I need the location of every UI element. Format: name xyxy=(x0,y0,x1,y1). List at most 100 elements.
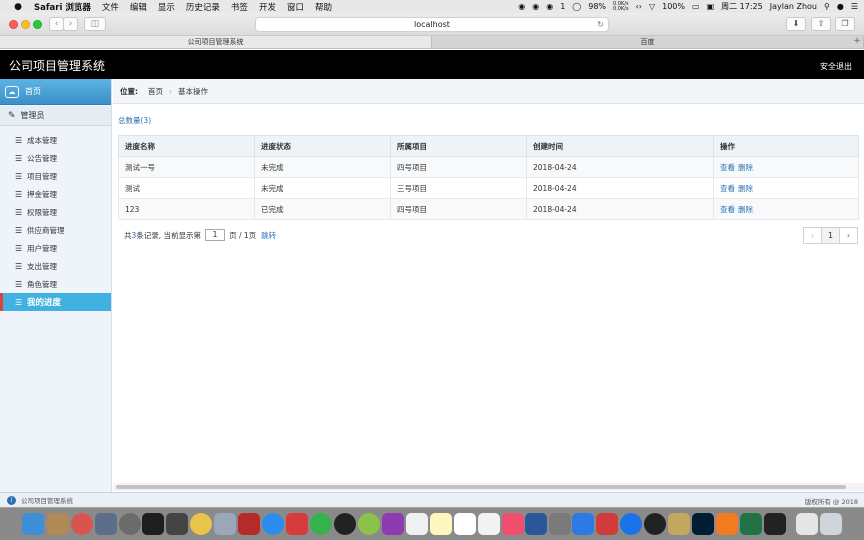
reload-icon[interactable]: ↻ xyxy=(597,18,604,31)
baidu-netdisk-icon[interactable] xyxy=(572,513,594,535)
photoshop-icon[interactable] xyxy=(692,513,714,535)
mail-client-icon[interactable] xyxy=(596,513,618,535)
view-link[interactable]: 查看 xyxy=(720,163,735,172)
downloads-button[interactable]: ⬇ xyxy=(786,17,806,31)
tab-project-system[interactable]: 公司项目管理系统 xyxy=(0,36,432,48)
new-tab-icon[interactable]: + xyxy=(850,36,864,48)
maps-icon[interactable] xyxy=(478,513,500,535)
menu-app-name[interactable]: Safari 浏览器 xyxy=(34,1,91,13)
sidebar-group-admin[interactable]: ✎ 管理员 xyxy=(0,106,111,126)
forward-button[interactable]: › xyxy=(63,17,78,31)
sublime-text-icon[interactable] xyxy=(716,513,738,535)
webcam-icon[interactable] xyxy=(764,513,786,535)
pen-app-icon[interactable] xyxy=(358,513,380,535)
menu-edit[interactable]: 编辑 xyxy=(130,1,147,13)
horizontal-scrollbar[interactable] xyxy=(113,483,864,491)
status-ring-icon[interactable]: ◯ xyxy=(572,2,581,11)
keyboard-layout-icon[interactable]: ▣ xyxy=(707,2,715,11)
mail-icon[interactable] xyxy=(95,513,117,535)
prev-page-button[interactable]: ‹ xyxy=(803,227,822,244)
sidebar-item-role[interactable]: ☰ 角色管理 xyxy=(0,275,111,293)
view-link[interactable]: 查看 xyxy=(720,205,735,214)
menu-window[interactable]: 窗口 xyxy=(287,1,304,13)
notes-app-icon[interactable] xyxy=(47,513,69,535)
list-icon: ☰ xyxy=(15,189,23,199)
battery-icon[interactable]: ▭ xyxy=(692,2,700,11)
next-page-button[interactable]: › xyxy=(839,227,858,244)
delete-link[interactable]: 删除 xyxy=(738,163,753,172)
redis-icon[interactable] xyxy=(238,513,260,535)
sidebar-item-expense[interactable]: ☰ 支出管理 xyxy=(0,257,111,275)
share-button[interactable]: ⇧ xyxy=(811,17,831,31)
sidebar-item-cost[interactable]: ☰ 成本管理 xyxy=(0,131,111,149)
network-speed: 0.0K/s 0.0K/s xyxy=(613,0,629,12)
page-number-input[interactable]: 1 xyxy=(205,229,226,241)
logout-link[interactable]: 安全退出 xyxy=(820,61,852,72)
axure-rp-icon[interactable] xyxy=(382,513,404,535)
clock[interactable]: 周二 17:25 xyxy=(721,1,763,12)
wechat-icon[interactable]: ◉ xyxy=(532,2,539,11)
wifi-icon[interactable]: ▽ xyxy=(649,2,655,11)
calendar-icon[interactable] xyxy=(454,513,476,535)
scrollbar-thumb[interactable] xyxy=(116,485,846,489)
sidebar-item-notice[interactable]: ☰ 公告管理 xyxy=(0,149,111,167)
stickies-icon[interactable] xyxy=(430,513,452,535)
user-name[interactable]: Jaylan Zhou xyxy=(770,2,817,11)
qq-icon[interactable]: ◉ xyxy=(546,2,553,11)
record-icon[interactable]: ◉ xyxy=(518,2,525,11)
address-bar[interactable]: localhost ↻ xyxy=(255,17,609,32)
delete-link[interactable]: 删除 xyxy=(738,205,753,214)
finder-icon[interactable] xyxy=(22,513,44,535)
window-minimize-button[interactable] xyxy=(21,20,30,29)
view-link[interactable]: 查看 xyxy=(720,184,735,193)
window-zoom-button[interactable] xyxy=(33,20,42,29)
delete-link[interactable]: 删除 xyxy=(738,184,753,193)
sidebar-item-deposit[interactable]: ☰ 押金管理 xyxy=(0,185,111,203)
safari-icon[interactable] xyxy=(262,513,284,535)
window-close-button[interactable] xyxy=(9,20,18,29)
intellij-icon[interactable] xyxy=(142,513,164,535)
database-icon[interactable] xyxy=(214,513,236,535)
sidebar-item-project[interactable]: ☰ 项目管理 xyxy=(0,167,111,185)
launchpad-icon[interactable] xyxy=(119,513,141,535)
lemon-icon[interactable] xyxy=(190,513,212,535)
page-1-button[interactable]: 1 xyxy=(821,227,840,244)
menu-view[interactable]: 显示 xyxy=(158,1,175,13)
sidebar-home[interactable]: ☁ 首页 xyxy=(0,79,111,105)
excel-icon[interactable] xyxy=(740,513,762,535)
wechat-dock-icon[interactable] xyxy=(310,513,332,535)
jump-link[interactable]: 跳转 xyxy=(261,230,276,241)
word-icon[interactable] xyxy=(525,513,547,535)
sidebar-item-supplier[interactable]: ☰ 供应商管理 xyxy=(0,221,111,239)
teamviewer-icon[interactable] xyxy=(620,513,642,535)
breadcrumb-home[interactable]: 首页 xyxy=(148,86,163,97)
sidebar-toggle-button[interactable]: ◫ xyxy=(84,17,106,31)
sidebar-item-user[interactable]: ☰ 用户管理 xyxy=(0,239,111,257)
menu-develop[interactable]: 开发 xyxy=(259,1,276,13)
menu-bookmarks[interactable]: 书签 xyxy=(231,1,248,13)
textedit-icon[interactable] xyxy=(406,513,428,535)
back-button[interactable]: ‹ xyxy=(49,17,64,31)
qq-alt-icon[interactable] xyxy=(644,513,666,535)
photos-icon[interactable] xyxy=(71,513,93,535)
downloads-stack-icon[interactable] xyxy=(796,513,818,535)
sidebar-item-permission[interactable]: ☰ 权限管理 xyxy=(0,203,111,221)
qq-dock-icon[interactable] xyxy=(334,513,356,535)
menu-history[interactable]: 历史记录 xyxy=(186,1,220,13)
tabs-overview-button[interactable]: ❐ xyxy=(835,17,855,31)
archive-icon[interactable] xyxy=(668,513,690,535)
apple-menu-icon[interactable]: ● xyxy=(10,2,26,12)
menu-help[interactable]: 帮助 xyxy=(315,1,332,13)
sidebar-item-my-progress[interactable]: ☰ 我的进度 xyxy=(0,293,111,311)
spotlight-search-icon[interactable]: ⚲ xyxy=(824,2,830,11)
code-icon[interactable]: ‹› xyxy=(636,2,642,11)
notification-center-icon[interactable]: ☰ xyxy=(851,2,858,11)
tab-baidu[interactable]: 百度 xyxy=(432,36,864,48)
siri-icon[interactable]: ● xyxy=(837,2,844,11)
sublime-icon[interactable] xyxy=(166,513,188,535)
music-icon[interactable] xyxy=(502,513,524,535)
feedback-icon[interactable] xyxy=(286,513,308,535)
menu-file[interactable]: 文件 xyxy=(102,1,119,13)
system-preferences-icon[interactable] xyxy=(549,513,571,535)
trash-icon[interactable] xyxy=(820,513,842,535)
